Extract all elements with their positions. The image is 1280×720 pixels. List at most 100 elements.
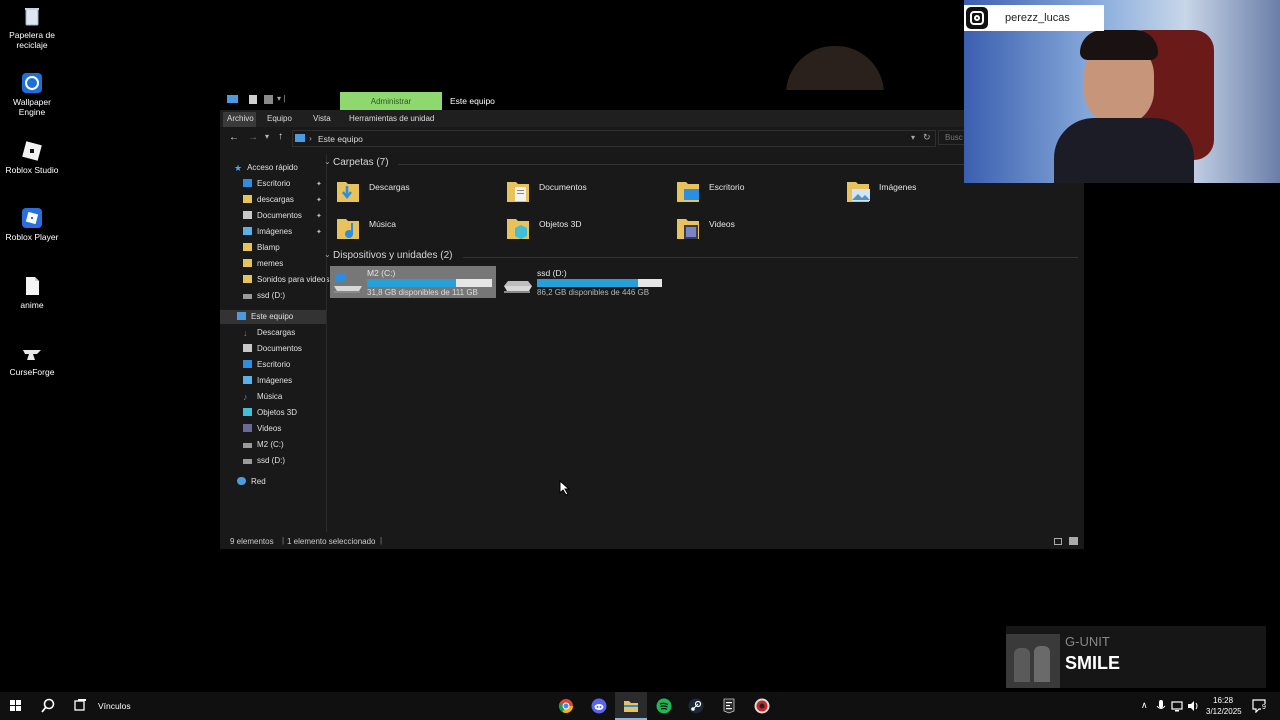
address-history-chevron-icon[interactable]: ▾ — [911, 133, 915, 142]
nav-quick-imagenes[interactable]: Imágenes — [243, 225, 292, 239]
desktop-icon-anime[interactable]: anime — [0, 275, 64, 310]
desktop-icon-label: anime — [20, 300, 44, 310]
nav-quick-escritorio[interactable]: Escritorio — [243, 177, 290, 191]
folder-tile-objetos3d[interactable]: Objetos 3D — [505, 213, 665, 243]
nav-pc-documentos[interactable]: Documentos — [243, 342, 302, 356]
now-playing-widget: G-UNIT SMILE — [1006, 626, 1266, 688]
nav-label: ssd (D:) — [257, 456, 285, 465]
drive-icon — [243, 443, 252, 448]
nav-pc-objetos3d[interactable]: Objetos 3D — [243, 406, 297, 420]
properties-icon[interactable] — [249, 95, 257, 104]
nav-pc-descargas[interactable]: ↓ Descargas — [243, 326, 295, 340]
search-icon[interactable] — [40, 698, 56, 714]
folder-tile-descargas[interactable]: Descargas — [335, 176, 495, 206]
nav-this-pc[interactable]: Este equipo — [237, 310, 293, 324]
group-header-folders[interactable]: Carpetas (7) — [333, 157, 389, 168]
instagram-username: perezz_lucas — [1005, 12, 1070, 24]
drive-tile-d[interactable]: ssd (D:) 86,2 GB disponibles de 446 GB — [500, 266, 666, 298]
webcam-overlay: perezz_lucas — [964, 0, 1280, 183]
nav-pc-escritorio[interactable]: Escritorio — [243, 358, 290, 372]
windows-start-icon[interactable] — [8, 698, 24, 714]
clock-date[interactable]: 3/12/2025 — [1206, 707, 1242, 716]
nav-label: Imágenes — [257, 227, 293, 236]
chrome-icon[interactable] — [558, 698, 574, 714]
drive-space-info: 86,2 GB disponibles de 446 GB — [537, 288, 650, 297]
file-explorer-window[interactable]: ▾ | Administrar Este equipo Archivo Equi… — [220, 90, 1084, 549]
file-explorer-icon[interactable] — [623, 698, 639, 714]
pane-divider[interactable] — [326, 154, 327, 532]
desktop-icon-recycle-bin[interactable]: Papelera de reciclaje — [0, 5, 64, 50]
volume-icon[interactable] — [1187, 700, 1200, 712]
nav-quick-ssd[interactable]: ssd (D:) — [243, 289, 285, 303]
folder-tile-musica[interactable]: Música — [335, 213, 495, 243]
desktop-icon-roblox-player[interactable]: Roblox Player — [0, 207, 64, 242]
clock-time[interactable]: 16:28 — [1213, 696, 1233, 705]
address-bar[interactable]: › Este equipo ▾ ↻ — [292, 130, 936, 147]
nav-pc-imagenes[interactable]: Imágenes — [243, 374, 292, 388]
music-folder-icon — [337, 219, 359, 239]
recent-chevron-down-icon[interactable]: ▾ — [265, 132, 269, 141]
desktop-icon-roblox-studio[interactable]: Roblox Studio — [0, 140, 64, 175]
refresh-icon[interactable]: ↻ — [923, 132, 931, 143]
drive-usage-fill — [367, 279, 456, 287]
folder-icon — [243, 275, 252, 283]
nav-quick-blamp[interactable]: Blamp — [243, 241, 280, 255]
nav-quick-memes[interactable]: memes — [243, 257, 283, 271]
group-header-devices[interactable]: Dispositivos y unidades (2) — [333, 250, 453, 261]
folder-tile-videos[interactable]: Videos — [675, 213, 835, 243]
context-tab-manage[interactable]: Administrar — [340, 92, 442, 110]
nav-pc-musica[interactable]: ♪ Música — [243, 390, 282, 404]
tab-computer[interactable]: Equipo — [267, 114, 292, 123]
folder-tile-escritorio[interactable]: Escritorio — [675, 176, 835, 206]
nav-label: memes — [257, 259, 284, 268]
links-toolbar-label[interactable]: Vínculos — [98, 701, 131, 711]
spotify-icon[interactable] — [656, 698, 672, 714]
nav-quick-documentos[interactable]: Documentos — [243, 209, 302, 223]
instagram-banner: perezz_lucas — [964, 5, 1104, 31]
nav-quick-access[interactable]: ★ Acceso rápido — [234, 161, 298, 175]
new-folder-icon[interactable] — [264, 95, 273, 104]
folder-tile-documentos[interactable]: Documentos — [505, 176, 665, 206]
discord-icon[interactable] — [591, 698, 607, 714]
recycle-bin-icon — [21, 5, 43, 27]
tab-drive-tools[interactable]: Herramientas de unidad — [349, 114, 434, 123]
quick-access-toolbar-chevron-icon[interactable]: ▾ | — [277, 94, 285, 103]
nav-pc-ssd[interactable]: ssd (D:) — [243, 454, 285, 468]
epic-games-icon[interactable] — [721, 698, 737, 714]
breadcrumb[interactable]: Este equipo — [318, 134, 363, 144]
nav-label: Acceso rápido — [247, 163, 298, 172]
tab-view[interactable]: Vista — [313, 114, 331, 123]
forward-arrow-icon[interactable]: → — [248, 132, 258, 143]
nav-quick-sonidos[interactable]: Sonidos para videos — [243, 273, 330, 287]
drive-name: ssd (D:) — [537, 268, 567, 278]
nav-quick-descargas[interactable]: descargas — [243, 193, 294, 207]
documents-folder-icon — [507, 182, 529, 202]
this-pc-icon — [237, 312, 246, 320]
nav-pc-videos[interactable]: Videos — [243, 422, 281, 436]
title-bar[interactable]: ▾ | Administrar Este equipo — [220, 90, 1084, 110]
tab-file[interactable]: Archivo — [227, 114, 254, 123]
drive-icon — [243, 459, 252, 464]
show-hidden-icons-chevron-icon[interactable]: ∧ — [1141, 700, 1148, 711]
navigation-pane: ★ Acceso rápido Escritorio descargas Docu… — [220, 160, 330, 532]
task-view-icon[interactable] — [72, 698, 88, 714]
steam-icon[interactable] — [688, 698, 704, 714]
details-view-icon[interactable] — [1054, 538, 1062, 545]
up-arrow-icon[interactable]: ↑ — [278, 131, 283, 142]
network-status-icon[interactable] — [1171, 700, 1183, 712]
desktop-icon-label: Papelera de reciclaje — [9, 30, 55, 50]
microphone-icon[interactable] — [1156, 700, 1166, 712]
large-icons-view-icon[interactable] — [1069, 537, 1078, 545]
documents-icon — [243, 344, 252, 352]
collapse-chevron-icon[interactable]: ⌄ — [324, 250, 331, 259]
downloads-folder-icon — [337, 182, 359, 202]
back-arrow-icon[interactable]: ← — [229, 132, 239, 143]
desktop-icon-wallpaper-engine[interactable]: Wallpaper Engine — [0, 72, 64, 117]
search-placeholder: Busc — [945, 133, 963, 142]
nav-pc-m2[interactable]: M2 (C:) — [243, 438, 284, 452]
collapse-chevron-icon[interactable]: ⌄ — [324, 157, 331, 166]
obs-recording-icon[interactable] — [754, 698, 770, 714]
nav-network[interactable]: Red — [237, 475, 266, 489]
drive-tile-c[interactable]: M2 (C:) 31,8 GB disponibles de 111 GB — [330, 266, 496, 298]
desktop-icon-curseforge[interactable]: CurseForge — [0, 342, 64, 377]
